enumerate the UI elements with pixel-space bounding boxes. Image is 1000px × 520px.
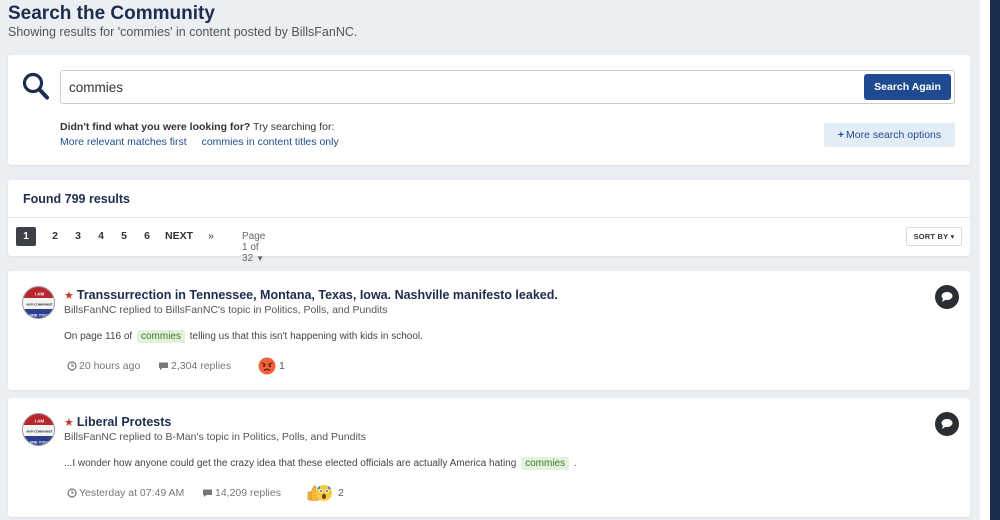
results-count: Found 799 results [23, 192, 130, 206]
search-result: I AM ANTI-COMMUNIST ARE YOU? ★ Transsurre… [8, 271, 970, 390]
angry-face-icon[interactable] [257, 356, 277, 379]
reaction-count: 2 [338, 487, 344, 499]
search-suggestions: More relevant matches first commies in c… [60, 136, 351, 148]
snippet-after: . [571, 458, 577, 469]
search-term-highlight: commies [521, 457, 570, 470]
didnt-find-rest: Try searching for: [250, 121, 335, 133]
comment-icon [203, 489, 212, 497]
page-jump-dropdown[interactable]: Page 1 of 32 ▼ [242, 231, 265, 264]
page-subtitle: Showing results for 'commies' in content… [8, 25, 358, 39]
didnt-find-text: Didn't find what you were looking for? T… [60, 121, 334, 133]
caret-down-icon: ▼ [256, 254, 265, 263]
result-time[interactable]: 20 hours ago [67, 359, 140, 373]
result-replies-text: 14,209 replies [215, 487, 281, 499]
page-6-button[interactable]: 6 [140, 227, 154, 246]
comment-bubble-icon[interactable] [935, 285, 959, 309]
avatar-text-1: I AM [35, 419, 45, 424]
reaction-count: 1 [279, 360, 285, 372]
snippet-after: telling us that this isn't happening wit… [187, 331, 423, 342]
search-input[interactable] [61, 71, 851, 103]
avatar[interactable]: I AM ANTI-COMMUNIST ARE YOU? [22, 286, 55, 319]
plus-icon: + [837, 129, 844, 141]
more-options-label: More search options [846, 129, 942, 141]
comment-bubble-icon[interactable] [935, 412, 959, 436]
thumbs-up-shocked-icon[interactable] [306, 483, 334, 506]
avatar-text-2: ANTI-COMMUNIST [26, 303, 53, 307]
search-panel: Search Again Didn't find what you were l… [8, 55, 970, 165]
search-result: I AM ANTI-COMMUNIST ARE YOU? ★ Liberal Pr… [8, 398, 970, 517]
snippet-before: ...I wonder how anyone could get the cra… [64, 458, 520, 469]
page-3-button[interactable]: 3 [71, 227, 85, 246]
suggestion-relevant-link[interactable]: More relevant matches first [60, 136, 187, 148]
comment-icon [159, 362, 168, 370]
result-title-link[interactable]: ★ Liberal Protests [64, 415, 171, 429]
page-1-button[interactable]: 1 [16, 227, 36, 246]
result-time-text: Yesterday at 07:49 AM [79, 487, 185, 499]
search-term-highlight: commies [136, 330, 185, 343]
right-edge-scrollbar[interactable] [990, 0, 1000, 520]
avatar[interactable]: I AM ANTI-COMMUNIST ARE YOU? [22, 413, 55, 446]
avatar-text-2: ANTI-COMMUNIST [26, 430, 53, 434]
right-edge-white [980, 0, 990, 520]
result-title-link[interactable]: ★ Transsurrection in Tennessee, Montana, … [64, 288, 558, 302]
avatar-text-1: I AM [35, 292, 45, 297]
search-icon [22, 71, 50, 101]
result-time[interactable]: Yesterday at 07:49 AM [67, 486, 184, 500]
result-replies: 14,209 replies [202, 486, 281, 500]
result-title-text: Transsurrection in Tennessee, Montana, T… [76, 288, 558, 302]
results-header-panel: Found 799 results 1 2 3 4 5 6 NEXT » Pag… [8, 180, 970, 264]
result-replies-text: 2,304 replies [171, 360, 232, 372]
page-5-button[interactable]: 5 [117, 227, 131, 246]
clock-icon [67, 488, 77, 498]
suggestion-titles-only-link[interactable]: commies in content titles only [202, 136, 339, 148]
page-2-button[interactable]: 2 [48, 227, 62, 246]
page-title: Search the Community [8, 3, 215, 24]
avatar-text-3: ARE YOU? [29, 313, 50, 318]
next-page-button[interactable]: NEXT [164, 227, 194, 246]
result-meta: BillsFanNC replied to BillsFanNC's topic… [64, 304, 388, 316]
search-box: Search Again [60, 70, 955, 104]
didnt-find-bold: Didn't find what you were looking for? [60, 121, 251, 133]
result-snippet: ...I wonder how anyone could get the cra… [64, 457, 577, 470]
clock-icon [67, 361, 77, 371]
result-replies: 2,304 replies [158, 359, 231, 373]
result-snippet: On page 116 of commies telling us that t… [64, 330, 423, 343]
result-meta: BillsFanNC replied to B-Man's topic in P… [64, 431, 366, 443]
more-search-options-button[interactable]: + More search options [824, 123, 955, 147]
caret-down-icon: ▾ [950, 232, 955, 241]
snippet-before: On page 116 of [64, 331, 135, 342]
sort-by-label: SORT BY [913, 232, 949, 241]
sort-by-button[interactable]: SORT BY ▾ [906, 227, 962, 246]
divider [8, 217, 970, 218]
result-title-text: Liberal Protests [76, 415, 172, 429]
avatar-text-3: ARE YOU? [29, 440, 50, 445]
result-time-text: 20 hours ago [79, 360, 141, 372]
star-icon: ★ [64, 417, 74, 429]
last-page-button[interactable]: » [204, 227, 218, 246]
star-icon: ★ [64, 290, 74, 302]
search-again-button[interactable]: Search Again [864, 74, 951, 100]
page-4-button[interactable]: 4 [94, 227, 108, 246]
